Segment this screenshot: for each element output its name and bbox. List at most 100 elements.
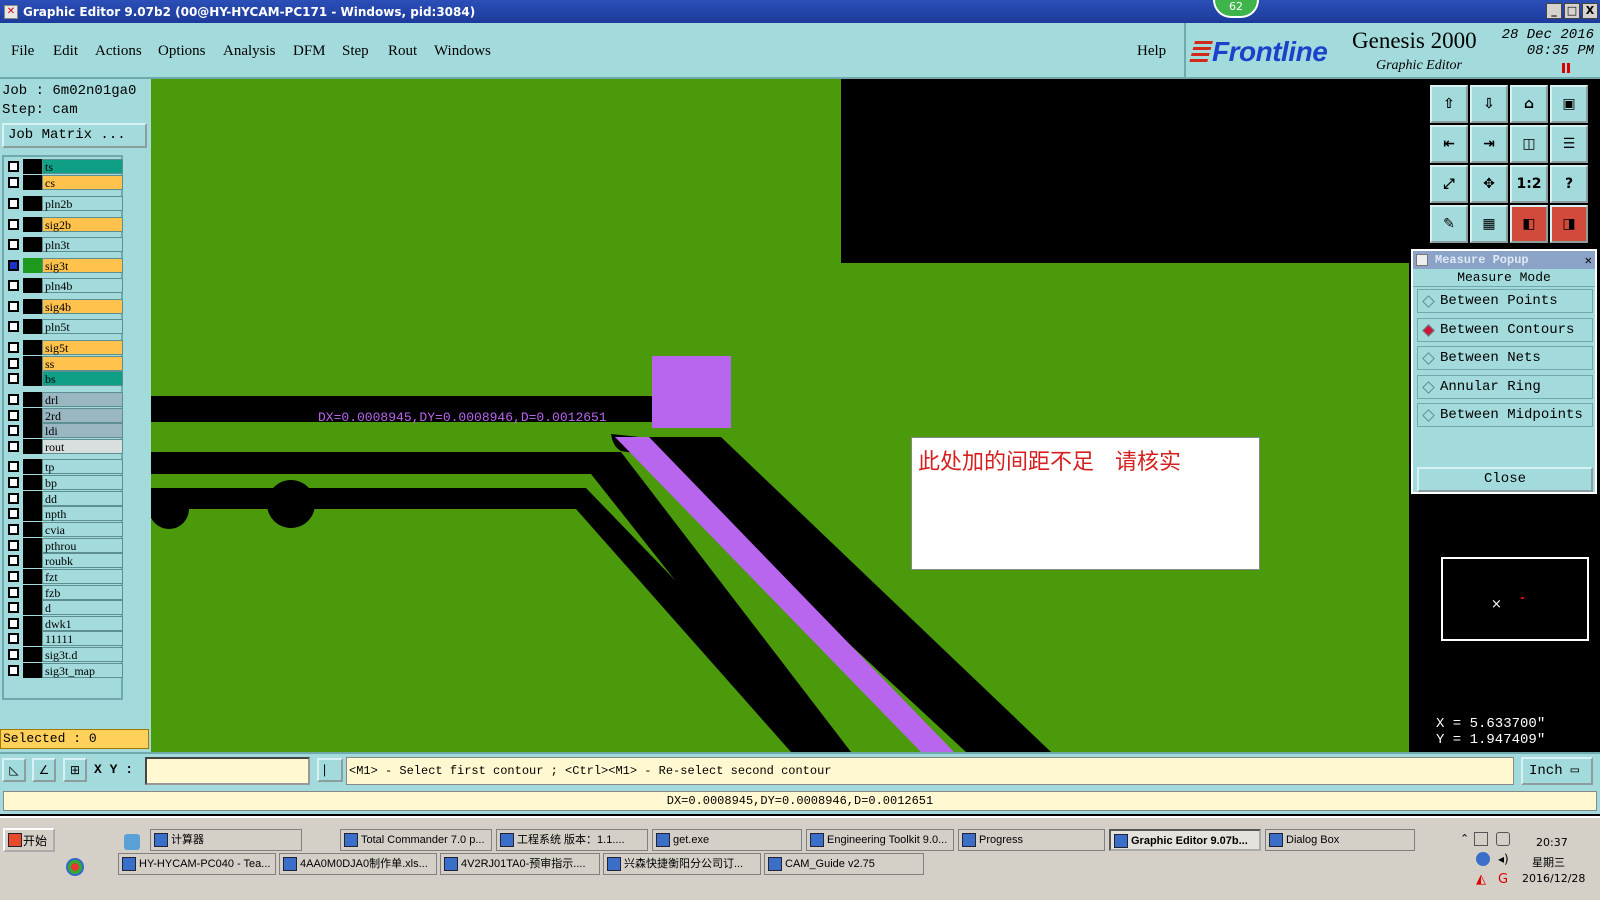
cursor-mode-icon[interactable]: ⎸ xyxy=(317,758,343,782)
layer-row[interactable]: pln2b xyxy=(6,196,123,211)
tray-app-icon-a[interactable]: ◭ xyxy=(1476,872,1486,887)
layer-color-swatch[interactable] xyxy=(23,258,42,273)
layer-color-swatch[interactable] xyxy=(23,439,42,454)
layer-name[interactable]: dd xyxy=(42,491,123,506)
layer-row[interactable]: fzt xyxy=(6,569,123,584)
layer-checkbox[interactable] xyxy=(8,540,19,551)
graphics-canvas[interactable]: DX=0.0008945,DY=0.0008946,D=0.0012651 xyxy=(151,79,1409,752)
layer-color-swatch[interactable] xyxy=(23,196,42,211)
measure-option[interactable]: Between Contours xyxy=(1417,318,1593,342)
layer-checkbox[interactable] xyxy=(8,524,19,535)
layer-checkbox[interactable] xyxy=(8,219,19,230)
layer-color-swatch[interactable] xyxy=(23,299,42,314)
layer-row[interactable]: sig5t xyxy=(6,340,123,355)
layer-row[interactable]: ts xyxy=(6,159,123,174)
close-window-button[interactable]: X xyxy=(1582,3,1598,19)
layer-name[interactable]: cs xyxy=(42,175,123,190)
layer-row[interactable]: sig2b xyxy=(6,217,123,232)
layer-name[interactable]: 2rd xyxy=(42,408,123,423)
toolbar-button[interactable]: ✎ xyxy=(1430,205,1468,243)
taskbar-task[interactable]: HY-HYCAM-PC040 - Tea... xyxy=(118,853,276,875)
layer-row[interactable]: ldi xyxy=(6,423,123,438)
tray-volume-icon[interactable]: ◂) xyxy=(1498,852,1509,866)
layer-row[interactable]: fzb xyxy=(6,585,123,600)
layer-name[interactable]: ss xyxy=(42,356,123,371)
layer-color-swatch[interactable] xyxy=(23,600,42,615)
toolbar-button[interactable]: ▦ xyxy=(1470,205,1508,243)
toolbar-button[interactable]: ▣ xyxy=(1550,85,1588,123)
taskbar-task[interactable]: Graphic Editor 9.07b... xyxy=(1109,829,1261,851)
layer-checkbox[interactable] xyxy=(8,493,19,504)
layer-color-swatch[interactable] xyxy=(23,217,42,232)
layer-checkbox[interactable] xyxy=(8,461,19,472)
layer-name[interactable]: tp xyxy=(42,459,123,474)
layer-name[interactable]: drl xyxy=(42,392,123,407)
quick-launch-icon-2[interactable] xyxy=(66,858,84,876)
layer-color-swatch[interactable] xyxy=(23,356,42,371)
layer-color-swatch[interactable] xyxy=(23,319,42,334)
job-matrix-button[interactable]: Job Matrix ... xyxy=(2,123,147,148)
layer-color-swatch[interactable] xyxy=(23,631,42,646)
layer-color-swatch[interactable] xyxy=(23,423,42,438)
layer-color-swatch[interactable] xyxy=(23,522,42,537)
layer-checkbox[interactable] xyxy=(8,618,19,629)
layer-checkbox[interactable] xyxy=(8,161,19,172)
layer-checkbox[interactable] xyxy=(8,373,19,384)
tray-icon-2[interactable] xyxy=(1496,832,1510,846)
tray-network-icon[interactable] xyxy=(1476,852,1490,866)
maximize-button[interactable]: □ xyxy=(1564,3,1580,19)
layer-name[interactable]: sig5t xyxy=(42,340,123,355)
layer-checkbox[interactable] xyxy=(8,260,19,271)
layer-color-swatch[interactable] xyxy=(23,371,42,386)
layer-row[interactable]: ss xyxy=(6,356,123,371)
angle-mode-icon[interactable]: ∠ xyxy=(32,758,56,782)
layer-name[interactable]: fzt xyxy=(42,569,123,584)
layer-color-swatch[interactable] xyxy=(23,506,42,521)
layer-color-swatch[interactable] xyxy=(23,491,42,506)
toolbar-button[interactable]: ☰ xyxy=(1550,125,1588,163)
measure-option[interactable]: Between Midpoints xyxy=(1417,403,1593,427)
layer-name[interactable]: pln5t xyxy=(42,319,123,334)
measure-option[interactable]: Annular Ring xyxy=(1417,375,1593,399)
layer-name[interactable]: sig2b xyxy=(42,217,123,232)
toolbar-button[interactable]: ⤢ xyxy=(1430,165,1468,203)
menu-analysis[interactable]: Analysis xyxy=(223,43,276,60)
layer-color-swatch[interactable] xyxy=(23,585,42,600)
layer-row[interactable]: cvia xyxy=(6,522,123,537)
layer-color-swatch[interactable] xyxy=(23,175,42,190)
layer-checkbox[interactable] xyxy=(8,665,19,676)
layer-color-swatch[interactable] xyxy=(23,569,42,584)
toolbar-button[interactable]: ⇥ xyxy=(1470,125,1508,163)
layer-checkbox[interactable] xyxy=(8,394,19,405)
layer-name[interactable]: pln4b xyxy=(42,278,123,293)
layer-checkbox[interactable] xyxy=(8,633,19,644)
layer-name[interactable]: ts xyxy=(42,159,123,174)
layer-checkbox[interactable] xyxy=(8,358,19,369)
layer-color-swatch[interactable] xyxy=(23,663,42,678)
layer-name[interactable]: fzb xyxy=(42,585,123,600)
layer-color-swatch[interactable] xyxy=(23,616,42,631)
layer-row[interactable]: cs xyxy=(6,175,123,190)
layer-row[interactable]: sig3t xyxy=(6,258,123,273)
layer-checkbox[interactable] xyxy=(8,198,19,209)
toolbar-button[interactable]: 1:2 xyxy=(1510,165,1548,203)
layer-color-swatch[interactable] xyxy=(23,553,42,568)
toolbar-button[interactable]: ◨ xyxy=(1550,205,1588,243)
layer-color-swatch[interactable] xyxy=(23,538,42,553)
layer-row[interactable]: rout xyxy=(6,439,123,454)
layer-row[interactable]: sig3t.d xyxy=(6,647,123,662)
taskbar-task[interactable]: Progress xyxy=(958,829,1105,851)
tray-expand-icon[interactable]: ⌃ xyxy=(1460,832,1469,845)
layer-row[interactable]: pln5t xyxy=(6,319,123,334)
layer-row[interactable]: tp xyxy=(6,459,123,474)
taskbar-task[interactable]: get.exe xyxy=(652,829,802,851)
taskbar-task[interactable]: 工程系统 版本：1.1.... xyxy=(496,829,648,851)
layer-checkbox[interactable] xyxy=(8,441,19,452)
layer-checkbox[interactable] xyxy=(8,239,19,250)
layer-color-swatch[interactable] xyxy=(23,459,42,474)
layer-name[interactable]: bp xyxy=(42,475,123,490)
layer-checkbox[interactable] xyxy=(8,602,19,613)
layer-checkbox[interactable] xyxy=(8,649,19,660)
layer-name[interactable]: pln2b xyxy=(42,196,123,211)
layer-checkbox[interactable] xyxy=(8,177,19,188)
